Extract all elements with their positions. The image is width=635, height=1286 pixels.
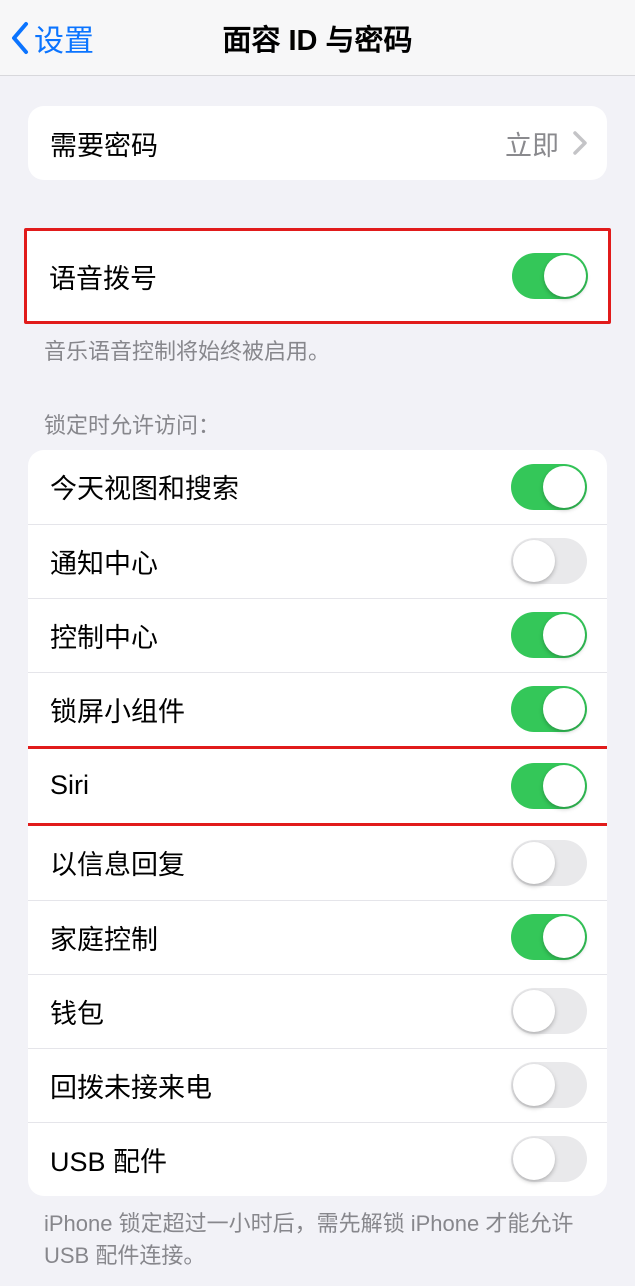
voice-dial-label: 语音拨号 <box>49 257 157 296</box>
locked-access-row: 回拨未接来电 <box>28 1048 607 1122</box>
voice-dial-row: 语音拨号 <box>27 231 608 321</box>
locked-access-row: 今天视图和搜索 <box>28 450 607 524</box>
locked-access-toggle[interactable] <box>511 840 587 886</box>
locked-access-toggle[interactable] <box>511 914 587 960</box>
locked-access-label: 控制中心 <box>50 616 158 655</box>
locked-access-label: Siri <box>50 770 89 801</box>
chevron-right-icon <box>573 131 587 155</box>
voice-dial-group: 语音拨号 <box>27 231 608 321</box>
locked-access-row: USB 配件 <box>28 1122 607 1196</box>
locked-access-row: 通知中心 <box>28 524 607 598</box>
chevron-left-icon <box>10 21 30 55</box>
locked-access-label: 锁屏小组件 <box>50 690 185 729</box>
locked-access-toggle[interactable] <box>511 612 587 658</box>
locked-access-row: 控制中心 <box>28 598 607 672</box>
locked-access-label: USB 配件 <box>50 1140 167 1179</box>
back-button[interactable]: 设置 <box>0 16 94 60</box>
locked-access-label: 家庭控制 <box>50 918 158 957</box>
locked-access-row: 钱包 <box>28 974 607 1048</box>
require-passcode-group: 需要密码 立即 <box>28 106 607 180</box>
locked-access-group: 今天视图和搜索通知中心控制中心锁屏小组件 Siri 以信息回复家庭控制钱包回拨未接来… <box>28 450 607 1196</box>
locked-access-row: 家庭控制 <box>28 900 607 974</box>
locked-access-toggle[interactable] <box>511 1136 587 1182</box>
locked-access-toggle[interactable] <box>511 538 587 584</box>
locked-access-label: 钱包 <box>50 992 104 1031</box>
nav-header: 设置 面容 ID 与密码 <box>0 0 635 76</box>
locked-access-label: 以信息回复 <box>50 843 185 882</box>
locked-access-header: 锁定时允许访问： <box>0 408 635 450</box>
locked-access-row: Siri <box>28 749 607 823</box>
locked-access-label: 今天视图和搜索 <box>50 467 239 506</box>
voice-dial-footer: 音乐语音控制将始终被启用。 <box>0 324 635 368</box>
locked-access-row: 以信息回复 <box>28 826 607 900</box>
page-title: 面容 ID 与密码 <box>0 17 635 59</box>
annotation-highlight-voice-dial: 语音拨号 <box>24 228 611 324</box>
require-passcode-row[interactable]: 需要密码 立即 <box>28 106 607 180</box>
locked-access-toggle[interactable] <box>511 1062 587 1108</box>
locked-access-label: 通知中心 <box>50 542 158 581</box>
locked-access-row: 锁屏小组件 <box>28 672 607 746</box>
require-passcode-label: 需要密码 <box>50 124 158 163</box>
annotation-highlight-siri: Siri <box>28 746 607 826</box>
locked-access-toggle[interactable] <box>511 763 587 809</box>
locked-access-toggle[interactable] <box>511 686 587 732</box>
locked-access-footer: iPhone 锁定超过一小时后，需先解锁 iPhone 才能允许USB 配件连接… <box>0 1196 635 1272</box>
locked-access-toggle[interactable] <box>511 464 587 510</box>
voice-dial-toggle[interactable] <box>512 253 588 299</box>
locked-access-label: 回拨未接来电 <box>50 1066 212 1105</box>
locked-access-toggle[interactable] <box>511 988 587 1034</box>
back-label: 设置 <box>34 16 94 60</box>
require-passcode-value: 立即 <box>505 124 559 163</box>
